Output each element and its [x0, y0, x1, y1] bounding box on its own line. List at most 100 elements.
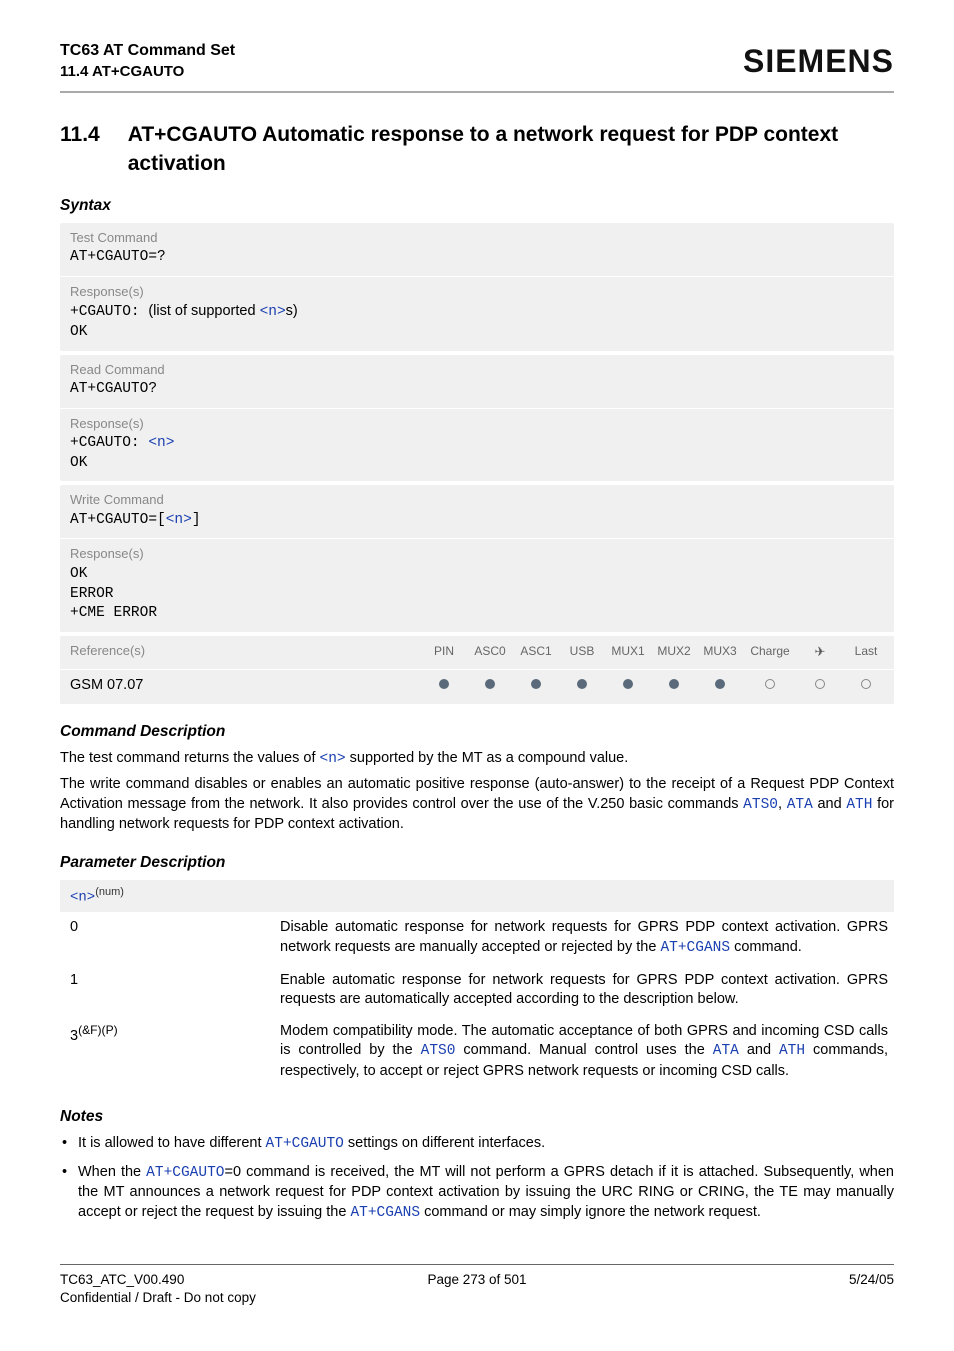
link-ats0-2[interactable]: ATS0 [421, 1043, 456, 1059]
col-mux3: MUX3 [702, 643, 738, 659]
section-number: 11.4 [60, 121, 100, 178]
read-command-value: AT+CGAUTO? [70, 380, 884, 400]
cd-p1a: The test command returns the values of [60, 750, 320, 766]
read-command-label: Read Command [70, 361, 884, 379]
read-response-param: <n> [148, 435, 174, 451]
test-command-value: AT+CGAUTO=? [70, 248, 884, 268]
n1b: settings on different interfaces. [344, 1135, 545, 1151]
write-response-label: Response(s) [70, 545, 884, 563]
read-response-label: Response(s) [70, 415, 884, 433]
cd-p1-param: <n> [320, 751, 346, 767]
link-ata-2[interactable]: ATA [713, 1043, 739, 1059]
n1a: It is allowed to have different [78, 1135, 266, 1151]
section-ref: 11.4 AT+CGAUTO [60, 62, 235, 82]
footer-date: 5/24/05 [634, 1271, 894, 1307]
param-key-0: 0 [60, 914, 270, 966]
read-response-line: +CGAUTO: <n> [70, 434, 884, 454]
dot-mux1 [610, 676, 646, 696]
read-command-block: Read Command AT+CGAUTO? Response(s) +CGA… [60, 355, 894, 482]
read-response-prefix: +CGAUTO: [70, 435, 148, 451]
pd3c: and [739, 1042, 779, 1058]
brand-logo: SIEMENS [743, 40, 894, 83]
note-item: When the AT+CGAUTO=0 command is received… [60, 1163, 894, 1224]
link-ata[interactable]: ATA [787, 797, 813, 813]
cd-sep2: and [813, 796, 847, 812]
footer-confidential: Confidential / Draft - Do not copy [60, 1289, 320, 1307]
footer-left: TC63_ATC_V00.490 Confidential / Draft - … [60, 1271, 320, 1307]
dot-asc0 [472, 676, 508, 696]
param-desc-1: Enable automatic response for network re… [270, 967, 894, 1018]
param-desc-0: Disable automatic response for network r… [270, 914, 894, 966]
dot-usb [564, 676, 600, 696]
write-command-value: AT+CGAUTO=[<n>] [70, 511, 884, 531]
pk3: 3 [70, 1028, 78, 1044]
page-header: TC63 AT Command Set 11.4 AT+CGAUTO SIEME… [60, 40, 894, 93]
param-key-3: 3(&F)(P) [60, 1018, 270, 1090]
test-response-prefix: +CGAUTO: [70, 304, 148, 320]
write-command-block: Write Command AT+CGAUTO=[<n>] Response(s… [60, 485, 894, 631]
col-pin: PIN [426, 643, 462, 659]
dot-charge [748, 676, 792, 696]
command-description-heading: Command Description [60, 722, 894, 743]
write-cmd-param: <n> [166, 512, 192, 528]
reference-label: Reference(s) [70, 642, 426, 660]
pd0b: command. [730, 939, 802, 955]
write-response-ok: OK [70, 565, 884, 585]
table-row: 0 Disable automatic response for network… [60, 914, 894, 966]
test-response-param: <n> [260, 304, 286, 320]
col-mux1: MUX1 [610, 643, 646, 659]
reference-block: Reference(s) PIN ASC0 ASC1 USB MUX1 MUX2… [60, 636, 894, 704]
airplane-icon: ✈ [802, 643, 838, 661]
test-response-ok: OK [70, 323, 884, 343]
write-cmd-prefix: AT+CGAUTO=[ [70, 512, 166, 528]
link-atcgauto-2[interactable]: AT+CGAUTO [146, 1165, 224, 1181]
test-response-line: +CGAUTO: (list of supported <n>s) [70, 302, 884, 323]
test-response-suffix: s) [286, 303, 298, 319]
notes-heading: Notes [60, 1107, 894, 1128]
table-row: 1 Enable automatic response for network … [60, 967, 894, 1018]
col-mux2: MUX2 [656, 643, 692, 659]
write-response-error: ERROR [70, 585, 884, 605]
dot-pin [426, 676, 462, 696]
parameter-description-heading: Parameter Description [60, 853, 894, 874]
param-n: <n> [70, 890, 95, 906]
col-last: Last [848, 643, 884, 659]
command-description-p1: The test command returns the values of <… [60, 749, 894, 770]
pk3-sup: (&F)(P) [78, 1023, 118, 1037]
link-ats0[interactable]: ATS0 [743, 797, 778, 813]
cd-p1b: supported by the MT as a compound value. [346, 750, 629, 766]
link-atcgans-2[interactable]: AT+CGANS [350, 1205, 420, 1221]
write-response-cme: +CME ERROR [70, 604, 884, 624]
link-ath-2[interactable]: ATH [779, 1043, 805, 1059]
test-command-label: Test Command [70, 229, 884, 247]
section-heading: AT+CGAUTO Automatic response to a networ… [128, 121, 894, 178]
link-atcgauto-1[interactable]: AT+CGAUTO [266, 1136, 344, 1152]
param-key-1: 1 [60, 967, 270, 1018]
pd3b: command. Manual control uses the [455, 1042, 712, 1058]
dot-last [848, 676, 884, 696]
header-left: TC63 AT Command Set 11.4 AT+CGAUTO [60, 40, 235, 82]
section-title: 11.4 AT+CGAUTO Automatic response to a n… [60, 121, 894, 178]
dot-airplane [802, 676, 838, 696]
read-response-ok: OK [70, 454, 884, 474]
write-command-label: Write Command [70, 491, 884, 509]
col-usb: USB [564, 643, 600, 659]
footer-doc-id: TC63_ATC_V00.490 [60, 1271, 320, 1289]
parameter-table: 0 Disable automatic response for network… [60, 914, 894, 1089]
command-description-p2: The write command disables or enables an… [60, 775, 894, 835]
dot-asc1 [518, 676, 554, 696]
reference-value: GSM 07.07 [70, 676, 426, 696]
page-footer: TC63_ATC_V00.490 Confidential / Draft - … [60, 1264, 894, 1307]
doc-title: TC63 AT Command Set [60, 40, 235, 62]
dot-mux3 [702, 676, 738, 696]
link-ath[interactable]: ATH [846, 797, 872, 813]
dot-mux2 [656, 676, 692, 696]
notes-block: It is allowed to have different AT+CGAUT… [60, 1134, 894, 1223]
syntax-heading: Syntax [60, 196, 894, 217]
link-atcgans-0[interactable]: AT+CGANS [660, 940, 730, 956]
note-item: It is allowed to have different AT+CGAUT… [60, 1134, 894, 1155]
test-command-block: Test Command AT+CGAUTO=? Response(s) +CG… [60, 223, 894, 351]
param-n-sup: (num) [95, 886, 124, 898]
reference-columns: PIN ASC0 ASC1 USB MUX1 MUX2 MUX3 Charge … [426, 643, 884, 661]
test-response-label: Response(s) [70, 283, 884, 301]
